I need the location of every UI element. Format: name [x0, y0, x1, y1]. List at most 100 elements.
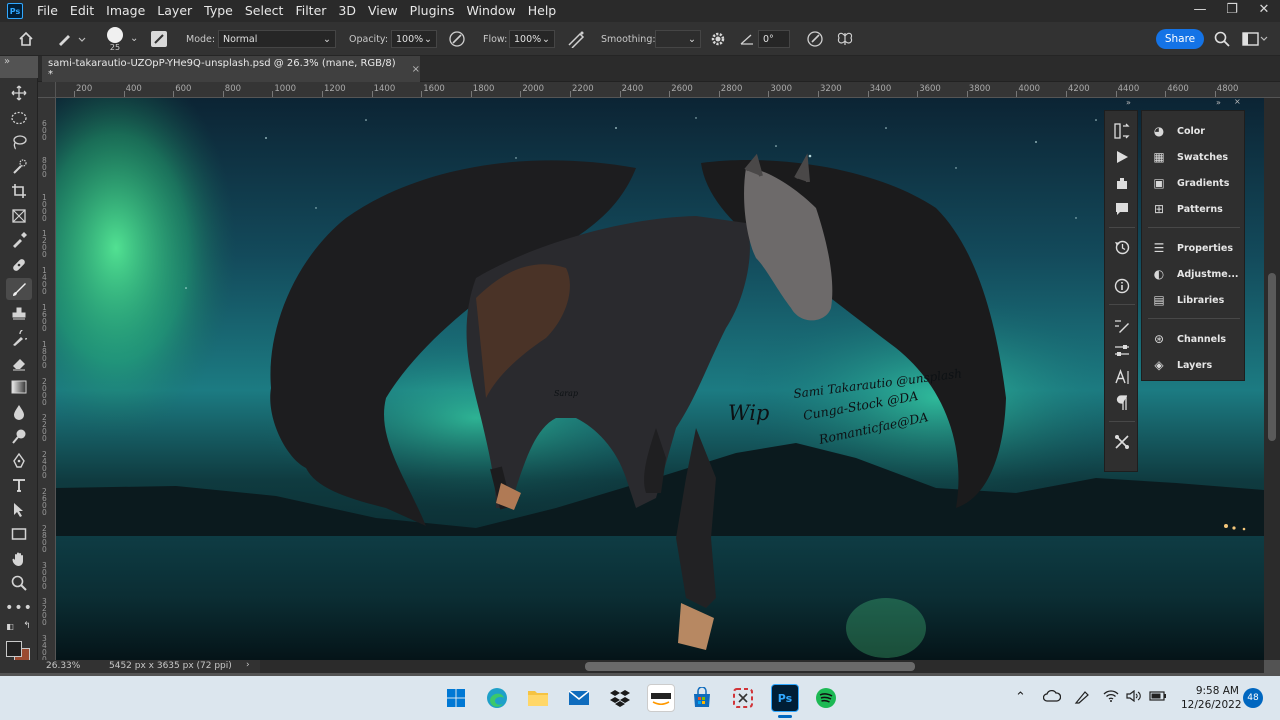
close-tab-icon[interactable]: × — [412, 64, 420, 75]
object-selection-tool[interactable] — [6, 156, 32, 178]
amazon-app[interactable] — [647, 684, 675, 712]
restore-button[interactable]: ❐ — [1216, 0, 1248, 22]
panel-properties[interactable]: ☰ Properties — [1142, 237, 1246, 259]
expand-panels-icon[interactable]: » — [1216, 98, 1221, 107]
brush-settings-toggle[interactable] — [150, 22, 168, 56]
show-hidden-icons-button[interactable]: ⌃ — [1015, 690, 1026, 705]
crop-tool[interactable] — [6, 180, 32, 202]
eraser-tool[interactable] — [6, 352, 32, 374]
close-window-button[interactable]: ✕ — [1248, 0, 1280, 22]
document-canvas[interactable]: Wip Sami Takarautio @unsplash Cunga-Stoc… — [56, 98, 1264, 660]
menu-help[interactable]: Help — [522, 0, 563, 22]
type-tool[interactable] — [6, 474, 32, 496]
ruler-origin[interactable] — [38, 82, 56, 98]
brush-settings-panel-button[interactable] — [1111, 314, 1133, 336]
healing-brush-tool[interactable] — [6, 254, 32, 276]
panel-adjustments[interactable]: ◐ Adjustme... — [1142, 263, 1246, 285]
start-button[interactable] — [442, 684, 470, 712]
menu-image[interactable]: Image — [100, 0, 151, 22]
hand-tool[interactable] — [6, 548, 32, 570]
photoshop-taskbar-app[interactable]: Ps — [771, 684, 799, 712]
taskbar-clock[interactable]: 9:58 AM 12/26/2022 — [1181, 684, 1242, 712]
menu-layer[interactable]: Layer — [151, 0, 198, 22]
brushes-panel-button[interactable] — [1111, 340, 1133, 362]
panel-channels[interactable]: ⊛ Channels — [1142, 328, 1246, 350]
move-tool[interactable] — [6, 82, 32, 104]
battery-tray[interactable] — [1149, 690, 1167, 706]
mail-app[interactable] — [565, 684, 593, 712]
lasso-tool[interactable] — [6, 131, 32, 153]
default-colors-button[interactable]: ◧ — [3, 619, 17, 633]
horizontal-scrollbar[interactable] — [260, 660, 1264, 673]
plugins-button[interactable] — [1111, 172, 1133, 194]
zoom-tool[interactable] — [6, 572, 32, 594]
panel-color[interactable]: ◕ Color — [1142, 120, 1246, 142]
character-panel-button[interactable] — [1111, 366, 1133, 388]
notification-badge[interactable]: 48 — [1243, 688, 1263, 708]
arrange-button[interactable] — [1111, 120, 1133, 142]
pressure-opacity-toggle[interactable] — [448, 22, 466, 56]
paragraph-panel-button[interactable] — [1111, 392, 1133, 414]
snipping-tool-app[interactable] — [729, 684, 757, 712]
comments-button[interactable] — [1111, 198, 1133, 220]
history-brush-tool[interactable] — [6, 327, 32, 349]
status-menu-arrow-icon[interactable]: › — [246, 660, 250, 670]
angle-input[interactable]: 0° — [758, 30, 790, 48]
microsoft-store-app[interactable] — [688, 684, 716, 712]
frame-tool[interactable] — [6, 205, 32, 227]
flow-input[interactable]: 100% ⌄ — [509, 30, 555, 48]
search-button[interactable] — [1214, 22, 1230, 56]
dodge-tool[interactable] — [6, 425, 32, 447]
pressure-size-toggle[interactable] — [806, 22, 824, 56]
vertical-scroll-thumb[interactable] — [1268, 273, 1276, 441]
panel-libraries[interactable]: ▤ Libraries — [1142, 289, 1246, 311]
menu-filter[interactable]: Filter — [289, 0, 332, 22]
menu-type[interactable]: Type — [198, 0, 239, 22]
gradient-tool[interactable] — [6, 376, 32, 398]
horizontal-ruler[interactable]: 200 400 600 800 1000 1200 1400 1600 1800 2000 2200… — [56, 82, 1280, 98]
swap-colors-button[interactable]: ↰ — [20, 619, 34, 633]
share-button[interactable]: Share — [1156, 29, 1204, 49]
symmetry-button[interactable] — [836, 22, 854, 56]
clone-stamp-tool[interactable] — [6, 303, 32, 325]
marquee-tool[interactable] — [6, 107, 32, 129]
panel-gradients[interactable]: ▣ Gradients — [1142, 172, 1246, 194]
dropbox-app[interactable] — [606, 684, 634, 712]
panel-layers[interactable]: ◈ Layers — [1142, 354, 1246, 376]
menu-window[interactable]: Window — [460, 0, 521, 22]
close-panels-icon[interactable]: × — [1234, 97, 1241, 106]
path-selection-tool[interactable] — [6, 499, 32, 521]
eyedropper-tool[interactable] — [6, 229, 32, 251]
rectangle-tool[interactable] — [6, 523, 32, 545]
workspace-button[interactable] — [1242, 22, 1268, 56]
file-explorer-app[interactable] — [524, 684, 552, 712]
panel-patterns[interactable]: ⊞ Patterns — [1142, 198, 1246, 220]
vertical-scrollbar[interactable] — [1264, 98, 1280, 660]
panel-swatches[interactable]: ▦ Swatches — [1142, 146, 1246, 168]
airbrush-toggle[interactable] — [566, 22, 586, 56]
spotify-app[interactable] — [812, 684, 840, 712]
vertical-ruler[interactable]: 6 0 0 8 0 0 1 0 0 0 1 2 0 0 1 4 0 0 1 6 0 0 1 … — [38, 98, 56, 660]
brush-size-dropdown[interactable]: ⌄ — [130, 22, 138, 56]
onedrive-tray[interactable] — [1042, 689, 1062, 706]
blur-tool[interactable] — [6, 401, 32, 423]
zoom-level[interactable]: 26.33% — [46, 661, 80, 671]
history-button[interactable] — [1111, 236, 1133, 258]
info-button[interactable] — [1111, 275, 1133, 297]
menu-plugins[interactable]: Plugins — [404, 0, 461, 22]
opacity-input[interactable]: 100% ⌄ — [391, 30, 437, 48]
menu-view[interactable]: View — [362, 0, 404, 22]
home-button[interactable] — [18, 22, 34, 56]
menu-file[interactable]: File — [31, 0, 64, 22]
menu-3d[interactable]: 3D — [332, 0, 362, 22]
brush-size-picker[interactable]: 25 — [107, 22, 123, 56]
pen-tool[interactable] — [6, 450, 32, 472]
document-tab[interactable]: sami-takarautio-UZOpP-YHe9Q-unsplash.psd… — [42, 56, 420, 82]
menu-edit[interactable]: Edit — [64, 0, 100, 22]
menu-select[interactable]: Select — [239, 0, 290, 22]
tool-preset-picker[interactable] — [56, 22, 86, 56]
edge-app[interactable] — [483, 684, 511, 712]
tool-presets-button[interactable] — [1111, 431, 1133, 453]
minimize-button[interactable]: — — [1184, 0, 1216, 22]
foreground-color-swatch[interactable] — [6, 641, 22, 657]
